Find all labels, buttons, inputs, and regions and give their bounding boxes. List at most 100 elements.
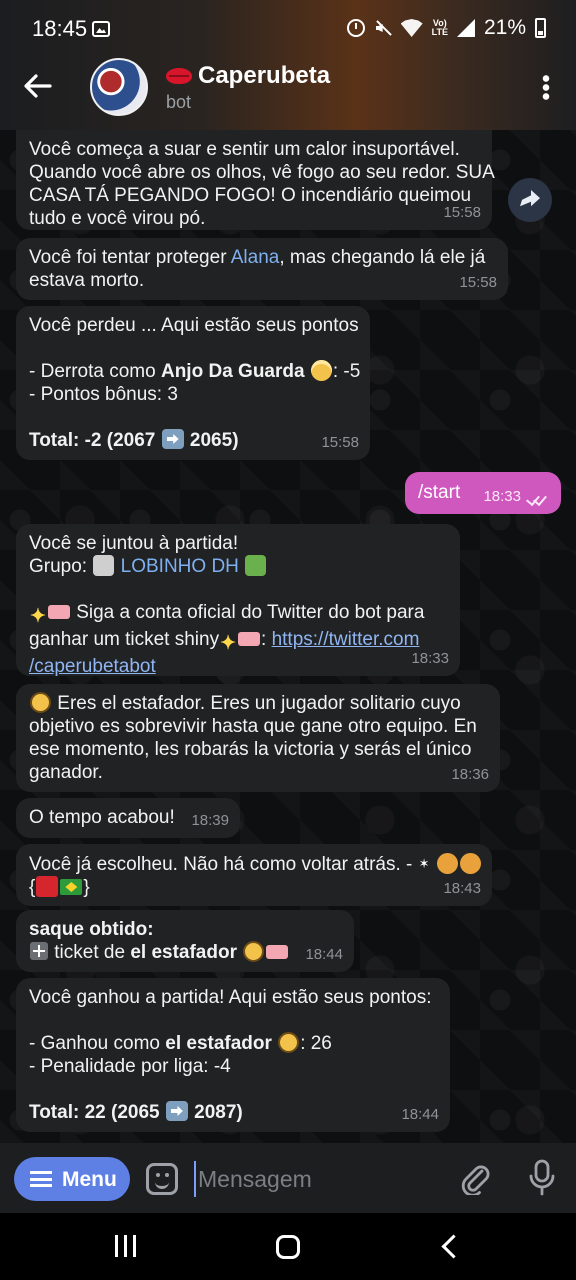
message-time: 18:33 bbox=[411, 650, 449, 667]
message-text: Siga a conta oficial do Twitter do bot p… bbox=[76, 602, 425, 623]
avatar[interactable] bbox=[90, 58, 148, 116]
leopard-emoji-icon bbox=[459, 853, 481, 874]
message-text: CASA TÁ PEGANDO FOGO! O incendiário quei… bbox=[29, 185, 472, 206]
group-name[interactable]: LOBINHO DH bbox=[121, 556, 239, 577]
message-text: saque obtido: bbox=[29, 919, 154, 940]
message-bubble[interactable]: Eres el estafador. Eres un jugador solit… bbox=[16, 684, 500, 792]
message-text: Você começa a suar e sentir um calor ins… bbox=[29, 139, 460, 160]
brazil-flag-icon bbox=[60, 879, 83, 895]
alarm-icon bbox=[346, 19, 365, 37]
home-icon[interactable] bbox=[276, 1235, 300, 1259]
message-time: 15:58 bbox=[321, 434, 359, 451]
lips-icon bbox=[166, 68, 192, 84]
menu-icon bbox=[30, 1171, 52, 1187]
plus-icon bbox=[30, 942, 48, 960]
battery-percent: 21% bbox=[483, 16, 526, 39]
signal-icon bbox=[456, 19, 475, 37]
status-bar: 18:45 Vo) LTE 21% bbox=[0, 0, 576, 58]
chat-area[interactable]: Você começa a suar e sentir um calor ins… bbox=[0, 130, 576, 1143]
message-text: Você já escolheu. Não há como voltar atr… bbox=[29, 854, 413, 875]
message-bubble[interactable]: Você já escolheu. Não há como voltar atr… bbox=[16, 844, 492, 906]
nerd-face-emoji-icon bbox=[243, 941, 265, 962]
twitter-link[interactable]: https://twitter.com bbox=[272, 629, 420, 650]
message-text: - Pontos bônus: 3 bbox=[29, 384, 178, 405]
message-text: ese momento, les robarás la victoria y s… bbox=[29, 739, 472, 760]
chat-header: Caperubeta bot bbox=[0, 58, 576, 130]
message-time: 18:43 bbox=[443, 880, 481, 897]
message-time: 15:58 bbox=[443, 204, 481, 221]
back-arrow-icon[interactable] bbox=[22, 70, 54, 102]
right-arrow-emoji-icon bbox=[161, 429, 184, 449]
tiger-emoji-icon bbox=[436, 853, 458, 874]
ticket-emoji-icon bbox=[238, 632, 261, 646]
message-time: 18:36 bbox=[451, 766, 489, 783]
read-checks-icon bbox=[526, 493, 550, 505]
mute-icon bbox=[374, 19, 392, 37]
top-area: 18:45 Vo) LTE 21% Caperubeta bot bbox=[0, 0, 576, 130]
message-text: tudo e você virou pó. bbox=[29, 208, 206, 229]
message-bubble[interactable]: saque obtido: ticket de el estafador 18:… bbox=[16, 910, 354, 972]
message-text: Você ganhou a partida! Aqui estão seus p… bbox=[29, 987, 432, 1008]
message-input-bar: Menu bbox=[0, 1143, 576, 1213]
attach-icon[interactable] bbox=[460, 1161, 490, 1195]
message-time: 18:39 bbox=[191, 812, 229, 829]
gallery-icon bbox=[92, 21, 110, 37]
angel-emoji-icon bbox=[310, 360, 332, 381]
nav-back-icon[interactable] bbox=[442, 1235, 456, 1259]
puzzle-emoji-icon bbox=[245, 555, 267, 576]
message-text: Eres el estafador. Eres un jugador solit… bbox=[57, 693, 461, 714]
status-icons: Vo) LTE 21% bbox=[346, 16, 546, 40]
sticker-icon[interactable] bbox=[146, 1163, 178, 1195]
sparkles-emoji-icon: ✦ bbox=[30, 606, 46, 627]
role-name: Anjo Da Guarda bbox=[160, 361, 305, 382]
user-mention-link[interactable]: Alana bbox=[231, 247, 280, 268]
message-time: 18:33 bbox=[483, 488, 521, 505]
microphone-icon[interactable] bbox=[528, 1159, 556, 1197]
message-bubble[interactable]: Você começa a suar e sentir um calor ins… bbox=[16, 130, 495, 230]
volte-icon: Vo) LTE bbox=[431, 18, 448, 37]
message-bubble[interactable]: Você ganhou a partida! Aqui estão seus p… bbox=[16, 978, 450, 1132]
message-text: - Penalidade por liga: -4 bbox=[29, 1056, 231, 1077]
recent-apps-icon[interactable] bbox=[115, 1235, 137, 1257]
message-text: Quando você abre os olhos, vê fogo ao se… bbox=[29, 162, 495, 183]
system-nav-bar bbox=[0, 1213, 576, 1280]
nerd-face-emoji-icon bbox=[278, 1032, 300, 1053]
role-name: el estafador bbox=[130, 942, 237, 963]
message-text: estava morto. bbox=[29, 270, 145, 291]
message-bubble[interactable]: Você foi tentar proteger Alana, mas cheg… bbox=[16, 238, 508, 300]
battery-icon bbox=[535, 18, 546, 38]
share-icon[interactable] bbox=[508, 178, 552, 222]
message-text: Você se juntou à partida! bbox=[29, 533, 239, 554]
twitter-link[interactable]: /caperubetabot bbox=[29, 655, 447, 678]
sparkles-emoji-icon: ✦ bbox=[220, 633, 237, 654]
message-bubble[interactable]: Você se juntou à partida! Grupo: LOBINHO… bbox=[16, 524, 460, 678]
message-input[interactable] bbox=[194, 1161, 434, 1197]
ticket-emoji-icon bbox=[266, 945, 289, 959]
message-time: 18:44 bbox=[401, 1106, 439, 1123]
total-text: Total: -2 (2067 bbox=[29, 430, 156, 451]
message-text: - Derrota como bbox=[29, 361, 161, 382]
outgoing-message-bubble[interactable]: /start 18:33 bbox=[405, 472, 561, 514]
message-text: objetivo es sobrevivir hasta que gane ot… bbox=[29, 716, 477, 737]
message-text: Você perdeu ... Aqui estão seus pontos bbox=[29, 315, 359, 336]
message-bubble[interactable]: O tempo acabou! 18:39 bbox=[16, 798, 240, 838]
role-name: el estafador bbox=[165, 1033, 272, 1054]
chat-subtitle: bot bbox=[166, 92, 192, 112]
message-text: ganador. bbox=[29, 762, 103, 783]
hundred-emoji-icon bbox=[36, 876, 59, 897]
more-options-icon[interactable] bbox=[542, 74, 550, 100]
right-arrow-emoji-icon bbox=[165, 1101, 188, 1121]
menu-button[interactable]: Menu bbox=[14, 1157, 130, 1201]
nerd-face-emoji-icon bbox=[30, 692, 51, 713]
message-text: , mas chegando lá ele já bbox=[279, 247, 486, 268]
message-text: Você foi tentar proteger bbox=[29, 247, 231, 268]
message-time: 15:58 bbox=[459, 274, 497, 291]
wifi-icon bbox=[400, 19, 423, 37]
status-time: 18:45 bbox=[32, 16, 88, 41]
chat-title[interactable]: Caperubeta bbox=[166, 62, 330, 90]
message-time: 18:44 bbox=[305, 946, 343, 963]
message-bubble[interactable]: Você perdeu ... Aqui estão seus pontos -… bbox=[16, 306, 370, 460]
zebra-emoji-icon bbox=[93, 555, 115, 576]
menu-label: Menu bbox=[62, 1168, 117, 1191]
star-icon: ✶ bbox=[418, 856, 430, 871]
